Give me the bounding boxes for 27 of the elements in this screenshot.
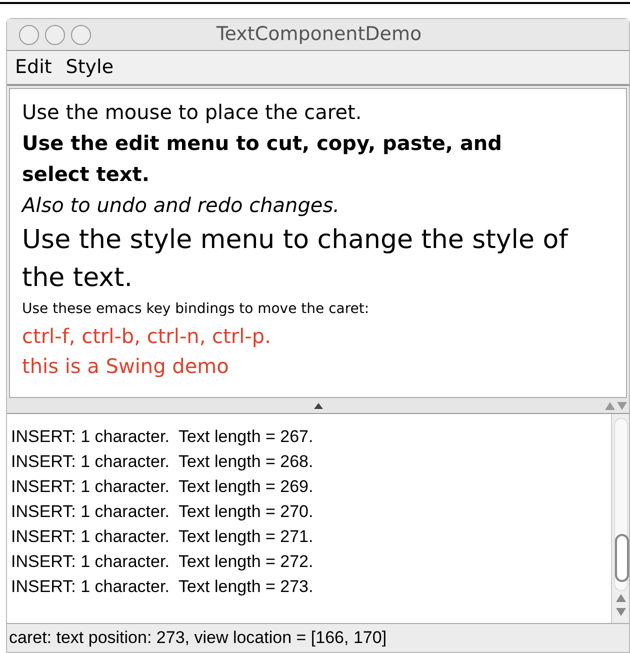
log-line: INSERT: 1 character. Text length = 273. <box>11 576 314 598</box>
menu-item[interactable]: Style <box>66 53 114 82</box>
window-control-icon[interactable] <box>19 24 39 44</box>
down-arrow-icon[interactable] <box>616 608 626 616</box>
log-line: INSERT: 1 character. Text length = 268. <box>11 451 314 473</box>
up-arrow-icon[interactable] <box>314 402 322 408</box>
editor-paragraph: Use these emacs key bindings to move the caret: <box>22 300 370 319</box>
editor-paragraph: this is a Swing demo <box>22 353 230 380</box>
text-editor[interactable] <box>9 88 627 398</box>
log-line: INSERT: 1 character. Text length = 267. <box>11 426 314 448</box>
scrollbar-thumb[interactable] <box>614 534 628 582</box>
log-line: INSERT: 1 character. Text length = 271. <box>11 526 314 548</box>
editor-paragraph: Also to undo and redo changes. <box>22 192 341 219</box>
editor-paragraph: Use the edit menu to cut, copy, paste, and select text. <box>22 130 503 188</box>
menu-item[interactable]: Edit <box>15 53 52 82</box>
status-text: caret: text position: 273, view location = [166, 170] <box>9 627 387 650</box>
window-title: TextComponentDemo <box>216 22 422 48</box>
log-line: INSERT: 1 character. Text length = 272. <box>11 551 314 573</box>
window-control-icon[interactable] <box>71 24 91 44</box>
scrollbar[interactable] <box>611 414 629 623</box>
log-line: INSERT: 1 character. Text length = 269. <box>11 476 314 498</box>
up-down-arrows-icon[interactable] <box>605 402 627 410</box>
editor-paragraph: Use the mouse to place the caret. <box>22 99 363 126</box>
editor-paragraph: Use the style menu to change the style of the text. <box>22 224 570 295</box>
log-line: INSERT: 1 character. Text length = 270. <box>11 501 314 523</box>
editor-paragraph: ctrl-f, ctrl-b, ctrl-n, ctrl-p. <box>22 323 272 350</box>
window-control-icon[interactable] <box>45 24 65 44</box>
